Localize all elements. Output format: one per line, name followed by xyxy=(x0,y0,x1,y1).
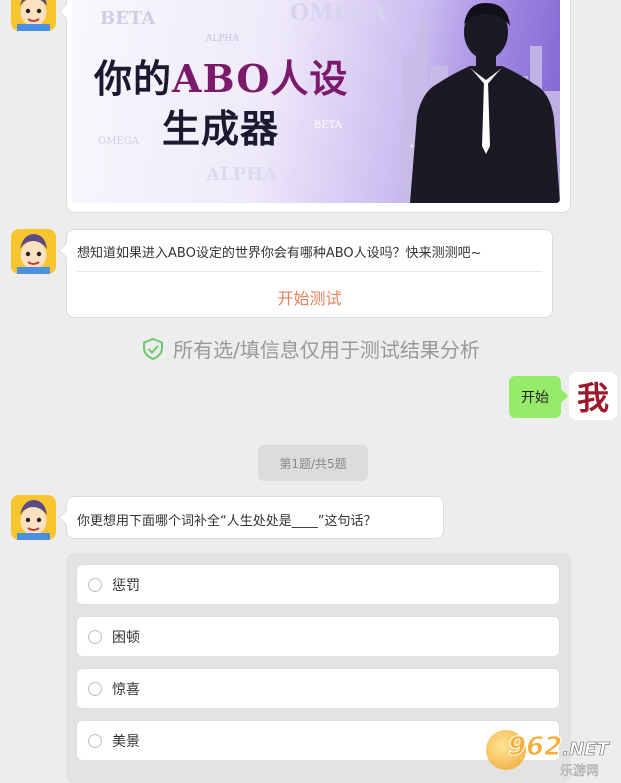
logo-number: 962 xyxy=(507,732,563,763)
banner-title-part: ABO人设 xyxy=(172,56,349,101)
user-avatar: 我 xyxy=(569,372,617,420)
bot-avatar xyxy=(11,495,56,540)
option-item[interactable]: 困顿 xyxy=(76,616,560,657)
intro-text: 想知道如果进入ABO设定的世界你会有哪种ABO人设吗？快来测测吧~ xyxy=(77,246,482,261)
banner-title-part: 你的 xyxy=(94,56,173,101)
option-label: 美景 xyxy=(112,733,140,750)
option-item[interactable]: 惩罚 xyxy=(76,564,560,605)
option-item[interactable]: 惊喜 xyxy=(76,668,560,709)
banner-watermark: BETA xyxy=(314,120,342,131)
banner-watermark: OMEGA xyxy=(98,136,139,147)
divider xyxy=(77,271,542,272)
banner-card: BETA OMEGA ALPHA OMEGA BETA ALPHA 你的ABO人… xyxy=(66,0,571,213)
privacy-notice: 所有选/填信息仅用于测试结果分析 xyxy=(0,334,621,363)
option-label: 惊喜 xyxy=(112,681,140,698)
privacy-notice-text: 所有选/填信息仅用于测试结果分析 xyxy=(173,338,480,362)
banner-image: BETA OMEGA ALPHA OMEGA BETA ALPHA 你的ABO人… xyxy=(72,0,560,203)
start-test-link[interactable]: 开始测试 xyxy=(67,285,552,309)
banner-watermark: BETA xyxy=(100,8,156,29)
logo-brand: 962.NET xyxy=(507,732,609,763)
banner-watermark: ALPHA xyxy=(206,164,278,185)
banner-title-line1: 你的ABO人设 xyxy=(94,48,348,103)
logo-sub: 乐游网 xyxy=(560,764,600,779)
radio-button[interactable] xyxy=(88,577,102,592)
user-avatar-text: 我 xyxy=(576,379,609,417)
progress-pill: 第1题/共5题 xyxy=(258,445,368,481)
banner-title-line2: 生成器 xyxy=(162,106,280,151)
bot-avatar xyxy=(11,229,56,274)
bubble-tail xyxy=(553,388,569,404)
radio-button[interactable] xyxy=(88,733,102,748)
radio-button[interactable] xyxy=(88,629,102,644)
intro-bubble: 想知道如果进入ABO设定的世界你会有哪种ABO人设吗？快来测测吧~ 开始测试 xyxy=(66,229,553,318)
shield-check-icon xyxy=(141,337,165,361)
user-message-text: 开始 xyxy=(521,390,549,406)
radio-button[interactable] xyxy=(88,681,102,696)
bot-avatar xyxy=(11,0,56,31)
question-bubble: 你更想用下面哪个词补全“人生处处是____”这句话？ xyxy=(66,496,444,539)
banner-watermark: ALPHA xyxy=(206,34,239,44)
site-watermark-logo: 962.NET 乐游网 xyxy=(486,728,618,779)
user-message-bubble: 开始 xyxy=(509,376,569,418)
question-text: 你更想用下面哪个词补全“人生处处是____”这句话？ xyxy=(77,514,377,529)
banner-watermark: OMEGA xyxy=(290,0,387,26)
option-label: 困顿 xyxy=(112,629,140,646)
logo-suffix: .NET xyxy=(562,739,609,761)
option-label: 惩罚 xyxy=(112,577,140,594)
